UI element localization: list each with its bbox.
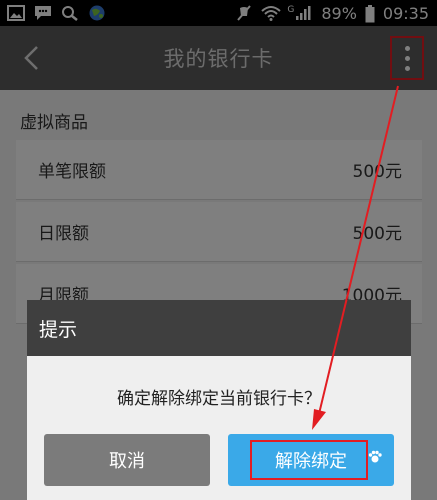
dialog-title: 提示 bbox=[39, 318, 78, 341]
paw-icon bbox=[368, 450, 382, 463]
unbind-button[interactable]: 解除绑定 bbox=[228, 434, 394, 486]
dialog-message: 确定解除绑定当前银行卡？ bbox=[117, 389, 321, 409]
cancel-button-label: 取消 bbox=[109, 451, 145, 472]
cancel-button[interactable]: 取消 bbox=[44, 434, 210, 486]
confirm-dialog: 提示 确定解除绑定当前银行卡？ 取消 解除绑定 bbox=[27, 300, 411, 500]
unbind-button-label: 解除绑定 bbox=[275, 451, 347, 472]
dialog-header: 提示 bbox=[27, 300, 411, 356]
